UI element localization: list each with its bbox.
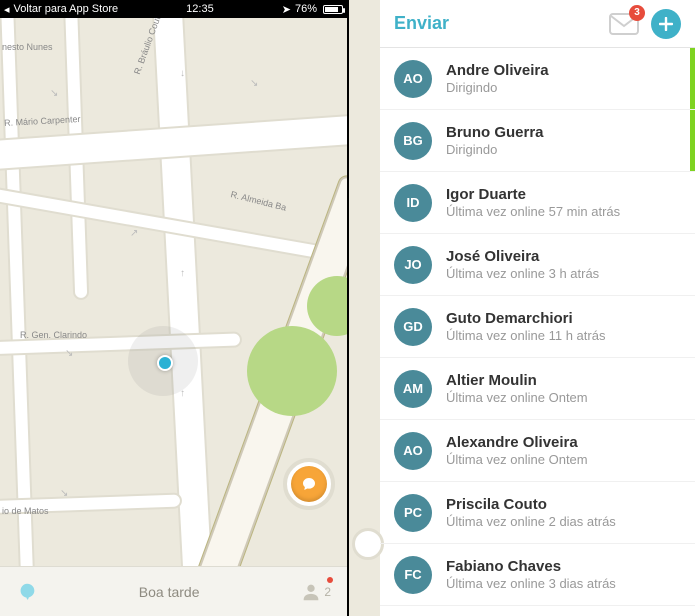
friend-status: Última vez online 3 h atrás [446,266,599,281]
direction-arrow-icon: ↗ [130,228,138,239]
map-screen: ◂ Voltar para App Store 12:35 ➤ 76% nest… [0,0,348,616]
friend-row[interactable]: ID Igor DuarteÚltima vez online 57 min at… [380,172,695,234]
avatar: AM [394,370,432,408]
avatar: JO [394,246,432,284]
friend-info: Fabiano ChavesÚltima vez online 3 dias a… [446,558,616,591]
friend-name: Bruno Guerra [446,124,544,141]
direction-arrow-icon: ↘ [60,488,68,499]
friend-row[interactable]: AO Alexandre OliveiraÚltima vez online On… [380,420,695,482]
current-location-marker[interactable] [128,326,198,396]
friend-row[interactable]: PC Priscila CoutoÚltima vez online 2 dias… [380,482,695,544]
friends-button[interactable]: 2 [300,581,331,603]
direction-arrow-icon: ↘ [250,78,258,89]
friend-status: Última vez online 11 h atrás [446,328,605,343]
online-indicator [690,110,695,171]
header: Enviar 3 [380,0,695,48]
bottom-bar: Boa tarde 2 [0,566,347,616]
friend-name: Priscila Couto [446,496,616,513]
friend-row[interactable]: AO Andre OliveiraDirigindo [380,48,695,110]
friend-info: Andre OliveiraDirigindo [446,62,549,95]
avatar: PC [394,494,432,532]
direction-arrow-icon: ↘ [50,88,58,99]
greeting-text[interactable]: Boa tarde [38,584,300,600]
friend-name: Andre Oliveira [446,62,549,79]
road-label: R. Almeida Ba [230,189,288,213]
road-label: nesto Nunes [2,42,53,52]
back-caret-icon: ◂ [4,3,10,16]
friend-status: Última vez online 57 min atrás [446,204,620,219]
direction-arrow-icon: ↘ [65,348,73,359]
friend-name: José Oliveira [446,248,599,265]
avatar: ID [394,184,432,222]
friends-list[interactable]: AOAndre OliveiraDirigindoBGBruno GuerraD… [380,48,695,616]
status-bar-left: ◂ Voltar para App Store [4,3,118,16]
inbox-badge: 3 [629,5,645,21]
battery-percent: 76% [295,3,317,15]
friends-count: 2 [324,585,331,599]
status-bar: ◂ Voltar para App Store 12:35 ➤ 76% [0,0,347,18]
direction-arrow-icon: ↑ [180,268,185,279]
friend-row[interactable]: JO José OliveiraÚltima vez online 3 h atr… [380,234,695,296]
add-friend-button[interactable] [651,9,681,39]
status-bar-right: ➤ 76% [282,3,343,16]
friend-status: Dirigindo [446,80,549,95]
page-title: Enviar [394,13,449,34]
avatar: GD [394,308,432,346]
avatar: BG [394,122,432,160]
friend-row[interactable]: GD Guto DemarchioriÚltima vez online 11 h… [380,296,695,358]
plus-icon [659,17,673,31]
friend-status: Última vez online 3 dias atrás [446,576,616,591]
status-back-text[interactable]: Voltar para App Store [14,3,119,15]
road [153,18,214,566]
send-screen: Enviar 3 AOAndre OliveiraDirigindoBGBrun… [380,0,695,616]
friend-info: Altier MoulinÚltima vez online Ontem [446,372,588,405]
status-time: 12:35 [186,3,214,15]
friend-name: Fabiano Chaves [446,558,616,575]
battery-icon [323,5,343,14]
avatar: AO [394,432,432,470]
waze-icon[interactable] [16,581,38,603]
park-area [247,326,337,416]
friend-info: Igor DuarteÚltima vez online 57 min atrá… [446,186,620,219]
report-button[interactable] [283,458,335,510]
chat-bubble-icon [301,476,317,492]
friend-status: Última vez online 2 dias atrás [446,514,616,529]
friend-name: Alexandre Oliveira [446,434,588,451]
friend-row[interactable]: BG Bruno GuerraDirigindo [380,110,695,172]
location-icon: ➤ [282,3,291,16]
friend-row[interactable]: FC Fabiano ChavesÚltima vez online 3 dias… [380,544,695,606]
friend-name: Altier Moulin [446,372,588,389]
friend-status: Última vez online Ontem [446,390,588,405]
avatar: FC [394,556,432,594]
friend-info: José OliveiraÚltima vez online 3 h atrás [446,248,599,281]
friend-name: Igor Duarte [446,186,620,203]
partial-screen [348,0,380,616]
person-icon [300,581,322,603]
direction-arrow-icon: ↓ [180,68,185,79]
friend-info: Bruno GuerraDirigindo [446,124,544,157]
road [1,18,35,566]
notification-dot-icon [327,577,333,583]
friend-name: Guto Demarchiori [446,310,605,327]
online-indicator [690,48,695,109]
friend-status: Última vez online Ontem [446,452,588,467]
road-label: io de Matos [2,506,49,516]
friend-info: Alexandre OliveiraÚltima vez online Onte… [446,434,588,467]
friend-status: Dirigindo [446,142,544,157]
friend-info: Priscila CoutoÚltima vez online 2 dias a… [446,496,616,529]
map-view[interactable]: nesto Nunes R. Bráulio Couto R. Mário Ca… [0,18,347,566]
friend-row[interactable]: AM Altier MoulinÚltima vez online Ontem [380,358,695,420]
avatar: AO [394,60,432,98]
inbox-button[interactable]: 3 [609,13,639,35]
friend-info: Guto DemarchioriÚltima vez online 11 h a… [446,310,605,343]
road-label: R. Gen. Clarindo [20,330,87,340]
